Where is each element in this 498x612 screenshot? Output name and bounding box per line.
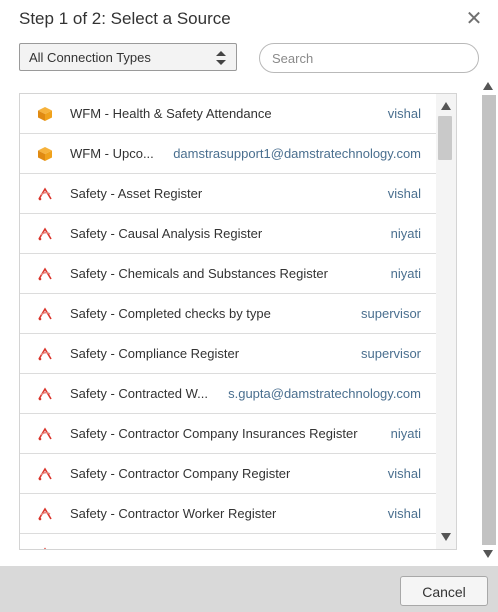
cancel-button[interactable]: Cancel [400, 576, 488, 606]
source-owner: damstrasupport1@damstratechnology.com [173, 146, 421, 161]
source-owner: s.gupta@damstratechnology.com [228, 386, 421, 401]
source-name: Safety - Chemicals and Substances Regist… [70, 266, 328, 281]
source-owner: niyati [390, 426, 421, 441]
connection-type-select[interactable]: All Connection Types [19, 43, 237, 71]
source-name: Safety - Contracted W... [70, 386, 208, 401]
list-item[interactable]: Safety - Compliance Register supervisor [20, 334, 436, 374]
list-item[interactable]: Safety - Contractor Worker Register visha… [20, 494, 436, 534]
box-icon [37, 106, 53, 122]
dialog-scrollbar-thumb[interactable] [482, 95, 496, 545]
source-name: Safety - Compliance Register [70, 346, 240, 361]
source-name: WFM - Upco... [70, 146, 154, 161]
list-item[interactable]: WFM - Health & Safety Attendance vishal [20, 94, 436, 134]
source-owner: vishal [387, 506, 421, 521]
source-name: Safety - Contractor Company Insurances R… [70, 426, 358, 441]
list-item[interactable]: Safety - Chemicals and Substances Regist… [20, 254, 436, 294]
report-icon [37, 546, 53, 549]
report-icon [37, 466, 53, 482]
report-icon [37, 426, 53, 442]
source-name: Safety - Contractor Worker Register [70, 506, 277, 521]
report-icon [37, 346, 53, 362]
source-name: Safety - Completed checks by type [70, 306, 271, 321]
dialog-scroll-up-icon[interactable] [483, 82, 493, 90]
list-item[interactable]: Safety - Asset Register vishal [20, 174, 436, 214]
connection-type-value: All Connection Types [29, 50, 151, 65]
updown-arrows-icon [216, 51, 226, 65]
list-item[interactable]: Safety - Completed checks by type supervi… [20, 294, 436, 334]
report-icon [37, 306, 53, 322]
source-owner: supervisor [361, 306, 421, 321]
report-icon [37, 386, 53, 402]
list-item[interactable]: Safety - Contractor Company Register vish… [20, 454, 436, 494]
source-name: WFM - Health & Safety Attendance [70, 106, 272, 121]
list-item[interactable]: Safety - Causal Analysis Register niyati [20, 214, 436, 254]
box-icon [37, 146, 53, 162]
report-icon [37, 186, 53, 202]
dialog-scrollbar[interactable] [479, 78, 497, 562]
source-owner: vishal [387, 106, 421, 121]
source-name: Safety - Causal Analysis Register [70, 226, 263, 241]
source-list: WFM - Health & Safety Attendance vishal WF… [19, 93, 457, 550]
scroll-down-icon[interactable] [441, 533, 451, 541]
dialog-scroll-down-icon[interactable] [483, 550, 493, 558]
source-owner: supervisor [361, 346, 421, 361]
report-icon [37, 266, 53, 282]
source-owner: vishal [387, 466, 421, 481]
close-icon[interactable]: ✕ [464, 9, 484, 30]
source-owner: niyati [390, 266, 421, 281]
list-scrollbar[interactable] [436, 94, 456, 549]
source-name: Safety - Asset Register [70, 186, 203, 201]
report-icon [37, 506, 53, 522]
list-item[interactable]: WFM - Upco... damstrasupport1@damstratech… [20, 134, 436, 174]
list-scrollbar-thumb[interactable] [438, 116, 452, 160]
source-owner: niyati [390, 226, 421, 241]
scroll-up-icon[interactable] [441, 102, 451, 110]
report-icon [37, 226, 53, 242]
source-list-rows: WFM - Health & Safety Attendance vishal WF… [20, 94, 436, 549]
dialog-footer: Cancel [0, 566, 498, 612]
source-name: Safety - Contractor Company Register [70, 466, 291, 481]
list-item[interactable] [20, 534, 436, 549]
list-item[interactable]: Safety - Contractor Company Insurances R… [20, 414, 436, 454]
search-input[interactable] [259, 43, 479, 73]
source-owner: vishal [387, 186, 421, 201]
list-item[interactable]: Safety - Contracted W... s.gupta@damstrat… [20, 374, 436, 414]
dialog-title: Step 1 of 2: Select a Source [19, 9, 231, 28]
